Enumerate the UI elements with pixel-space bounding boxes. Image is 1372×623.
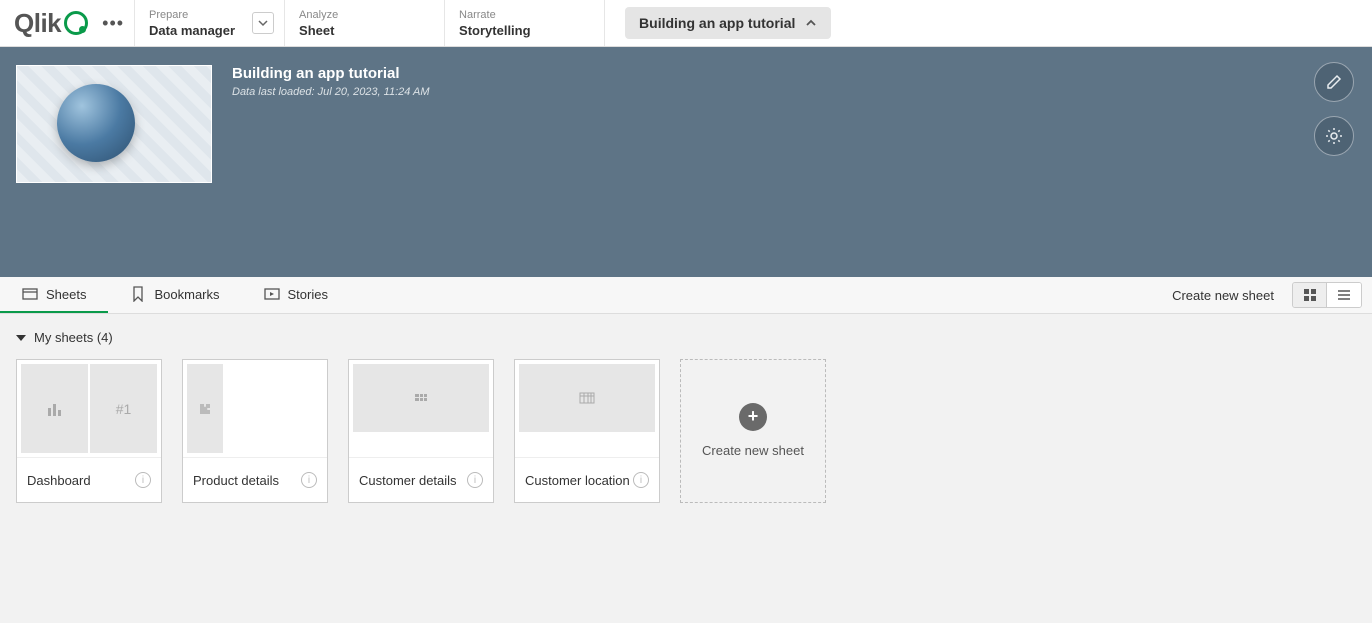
create-sheet-link[interactable]: Create new sheet: [1154, 288, 1292, 303]
tutorial-dropdown[interactable]: Building an app tutorial: [625, 7, 831, 39]
table-icon: [579, 392, 595, 404]
grid-icon: [1303, 288, 1317, 302]
tab-sheets[interactable]: Sheets: [0, 277, 108, 313]
nav-narrate[interactable]: Narrate Storytelling: [445, 0, 605, 46]
pencil-icon: [1325, 73, 1343, 91]
tab-stories[interactable]: Stories: [242, 277, 350, 313]
sheet-cards: #1 Dashboard i Product details i: [16, 359, 1356, 503]
nav-narrate-value: Storytelling: [459, 23, 590, 38]
topbar-spacer: Building an app tutorial: [605, 0, 1372, 46]
my-sheets-group-header[interactable]: My sheets (4): [16, 330, 1356, 345]
hero-text: Building an app tutorial Data last loade…: [232, 65, 430, 259]
card-title: Product details: [193, 473, 279, 488]
chevron-down-icon: [258, 18, 268, 28]
globe-icon: [57, 84, 135, 162]
top-bar: Qlik ••• Prepare Data manager Analyze Sh…: [0, 0, 1372, 47]
group-label: My sheets (4): [34, 330, 113, 345]
card-preview: [515, 360, 659, 457]
logo-q-icon: [64, 11, 88, 35]
tabs-row: Sheets Bookmarks Stories Create new shee…: [0, 277, 1372, 314]
card-title: Customer details: [359, 473, 457, 488]
preview-pane-chart: [21, 364, 88, 453]
preview-pane-empty: [227, 364, 323, 453]
info-icon[interactable]: i: [633, 472, 649, 488]
sheet-card-product-details[interactable]: Product details i: [182, 359, 328, 503]
stories-icon: [264, 286, 280, 302]
list-icon: [1337, 288, 1351, 302]
list-view-button[interactable]: [1327, 283, 1361, 307]
info-icon[interactable]: i: [467, 472, 483, 488]
preview-pane-table: [519, 364, 655, 432]
card-footer: Customer details i: [349, 457, 493, 502]
bookmark-icon: [130, 286, 146, 302]
view-toggle: [1292, 282, 1362, 308]
prepare-dropdown-button[interactable]: [252, 12, 274, 34]
app-hero: Building an app tutorial Data last loade…: [0, 47, 1372, 277]
tabs-right: Create new sheet: [1154, 277, 1372, 313]
nav-analyze-category: Analyze: [299, 9, 430, 21]
tab-bookmarks-label: Bookmarks: [154, 287, 219, 302]
preview-pane-pivot: [353, 364, 489, 432]
plus-icon: +: [739, 403, 767, 431]
hero-actions: [1314, 62, 1354, 156]
logo-text: Qlik: [14, 8, 61, 39]
sheet-card-customer-details[interactable]: Customer details i: [348, 359, 494, 503]
puzzle-icon: [198, 402, 212, 416]
nav-analyze-value: Sheet: [299, 23, 430, 38]
create-card-label: Create new sheet: [702, 443, 804, 460]
tutorial-label: Building an app tutorial: [639, 15, 795, 31]
info-icon[interactable]: i: [301, 472, 317, 488]
card-title: Customer location: [525, 473, 630, 488]
card-footer: Dashboard i: [17, 457, 161, 502]
card-footer: Product details i: [183, 457, 327, 502]
content-area: My sheets (4) #1 Dashboard i: [0, 314, 1372, 519]
app-subtitle: Data last loaded: Jul 20, 2023, 11:24 AM: [232, 86, 430, 98]
settings-button[interactable]: [1314, 116, 1354, 156]
card-preview: [349, 360, 493, 457]
preview-pane-filter: [187, 364, 223, 453]
tab-bookmarks[interactable]: Bookmarks: [108, 277, 241, 313]
app-thumbnail[interactable]: [16, 65, 212, 183]
edit-button[interactable]: [1314, 62, 1354, 102]
tabs-left: Sheets Bookmarks Stories: [0, 277, 350, 313]
card-preview: #1: [17, 360, 161, 457]
sheets-icon: [22, 286, 38, 302]
card-title: Dashboard: [27, 473, 91, 488]
nav-prepare[interactable]: Prepare Data manager: [135, 0, 285, 46]
card-preview: [183, 360, 327, 457]
create-new-sheet-card[interactable]: + Create new sheet: [680, 359, 826, 503]
sheet-card-customer-location[interactable]: Customer location i: [514, 359, 660, 503]
preview-pane-kpi: #1: [90, 364, 157, 453]
pivot-icon: [413, 391, 429, 405]
gear-icon: [1325, 127, 1343, 145]
info-icon[interactable]: i: [135, 472, 151, 488]
chevron-up-icon: [805, 17, 817, 29]
bar-chart-icon: [47, 402, 63, 416]
grid-view-button[interactable]: [1293, 283, 1327, 307]
preview-kpi-text: #1: [116, 401, 132, 417]
more-icon[interactable]: •••: [102, 13, 124, 34]
logo-region: Qlik •••: [0, 0, 135, 46]
app-title: Building an app tutorial: [232, 65, 430, 82]
tab-sheets-label: Sheets: [46, 287, 86, 302]
card-footer: Customer location i: [515, 457, 659, 502]
nav-narrate-category: Narrate: [459, 9, 590, 21]
qlik-logo[interactable]: Qlik: [14, 8, 88, 39]
caret-down-icon: [16, 333, 26, 343]
tab-stories-label: Stories: [288, 287, 328, 302]
nav-analyze[interactable]: Analyze Sheet: [285, 0, 445, 46]
sheet-card-dashboard[interactable]: #1 Dashboard i: [16, 359, 162, 503]
